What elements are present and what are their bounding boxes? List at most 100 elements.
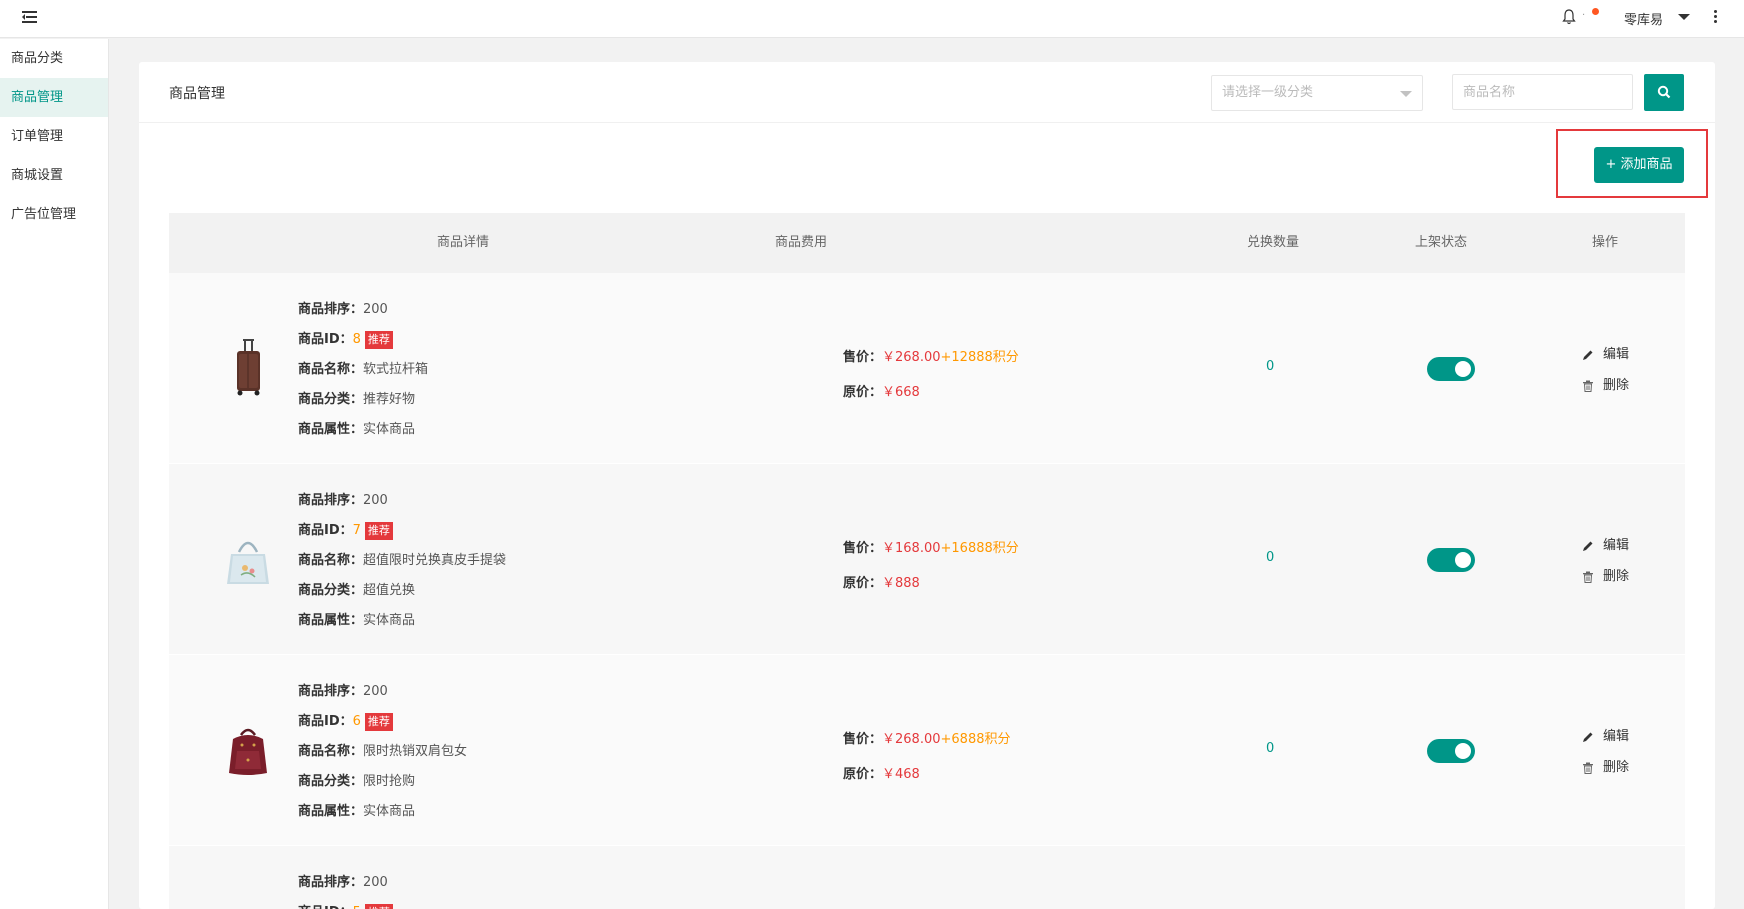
listing-toggle[interactable] — [1427, 357, 1475, 381]
trash-icon — [1583, 380, 1593, 392]
notification-separator: · — [1582, 10, 1586, 21]
column-header-actions: 操作 — [1591, 235, 1618, 250]
search-icon — [1657, 85, 1671, 99]
recommend-badge: 推荐 — [364, 712, 393, 731]
exchange-quantity: 0 — [1266, 359, 1275, 374]
pencil-icon — [1583, 732, 1593, 742]
original-price-value: ￥888 — [882, 576, 920, 591]
original-price-value: ￥668 — [882, 385, 920, 400]
user-name[interactable]: 零库易 — [1624, 9, 1663, 28]
add-product-button[interactable]: + 添加商品 — [1594, 147, 1684, 183]
name-label: 商品名称： — [298, 362, 364, 377]
sidebar-item-product-management[interactable]: 商品管理 — [0, 78, 108, 117]
name-value: 限时热销双肩包女 — [363, 744, 468, 759]
row-actions: 编辑 删除 — [1582, 721, 1629, 783]
sort-value: 200 — [363, 493, 388, 508]
sort-value: 200 — [363, 875, 388, 890]
attr-label: 商品属性： — [298, 613, 364, 628]
delete-button[interactable]: 删除 — [1582, 370, 1629, 401]
sort-label: 商品排序： — [298, 684, 364, 699]
attr-label: 商品属性： — [298, 422, 364, 437]
original-price-label: 原价： — [843, 385, 883, 400]
sale-price-label: 售价： — [843, 350, 883, 365]
sale-price-label: 售价： — [843, 541, 883, 556]
category-select[interactable]: 请选择一级分类 — [1211, 75, 1423, 111]
column-header-status: 上架状态 — [1414, 235, 1467, 250]
notification-dot — [1592, 8, 1599, 15]
bell-icon[interactable] — [1562, 9, 1576, 25]
trash-icon — [1583, 571, 1593, 583]
category-label: 商品分类： — [298, 583, 364, 598]
chevron-down-icon — [1400, 91, 1412, 97]
table-row: 商品排序：200 商品ID：8 推荐 商品名称：软式拉杆箱 商品分类：推荐好物 商… — [169, 273, 1685, 464]
sidebar-item-order-management[interactable]: 订单管理 — [0, 117, 108, 156]
id-value: 6 — [352, 714, 361, 729]
name-label: 商品名称： — [298, 553, 364, 568]
recommend-badge: 推荐 — [364, 521, 393, 540]
sale-price-value: ￥168.00 — [882, 541, 941, 556]
category-value: 限时抢购 — [363, 774, 416, 789]
delete-button[interactable]: 删除 — [1582, 561, 1629, 592]
listing-toggle[interactable] — [1427, 548, 1475, 572]
product-price: 售价：￥168.00+16888积分 原价：￥888 — [843, 531, 1019, 601]
sale-price-value: ￥268.00 — [882, 732, 941, 747]
product-price: 售价：￥268.00+12888积分 原价：￥668 — [843, 340, 1019, 410]
product-price: 售价：￥268.00+6888积分 原价：￥468 — [843, 722, 1011, 792]
product-detail: 商品排序：200 商品ID：8 推荐 商品名称：软式拉杆箱 商品分类：推荐好物 商… — [298, 295, 428, 445]
original-price-label: 原价： — [843, 767, 883, 782]
recommend-badge: 推荐 — [364, 903, 393, 909]
category-label: 商品分类： — [298, 392, 364, 407]
category-select-placeholder: 请选择一级分类 — [1222, 85, 1314, 100]
category-value: 超值兑换 — [363, 583, 416, 598]
sort-label: 商品排序： — [298, 875, 364, 890]
sidebar-item-product-category[interactable]: 商品分类 — [0, 39, 108, 78]
table-row: 商品排序：200 商品ID：7 推荐 商品名称：超值限时兑换真皮手提袋 商品分类：… — [169, 464, 1685, 655]
edit-label: 编辑 — [1603, 538, 1630, 553]
product-detail: 商品排序：200 商品ID：5推荐 — [298, 868, 393, 909]
original-price-value: ￥468 — [882, 767, 920, 782]
pencil-icon — [1583, 350, 1593, 360]
pencil-icon — [1583, 541, 1593, 551]
sidebar-item-mall-settings[interactable]: 商城设置 — [0, 156, 108, 195]
original-price-label: 原价： — [843, 576, 883, 591]
menu-toggle-icon[interactable] — [22, 10, 38, 24]
sort-label: 商品排序： — [298, 493, 364, 508]
edit-label: 编辑 — [1603, 347, 1630, 362]
sort-value: 200 — [363, 684, 388, 699]
edit-button[interactable]: 编辑 — [1582, 721, 1629, 752]
search-button[interactable] — [1644, 74, 1684, 111]
delete-button[interactable]: 删除 — [1582, 752, 1629, 783]
id-label: 商品ID： — [298, 905, 353, 909]
category-label: 商品分类： — [298, 774, 364, 789]
more-vertical-icon[interactable] — [1714, 10, 1718, 26]
sort-value: 200 — [363, 302, 388, 317]
delete-label: 删除 — [1603, 569, 1630, 584]
delete-label: 删除 — [1603, 760, 1630, 775]
points-value: +12888积分 — [940, 350, 1019, 365]
attr-value: 实体商品 — [363, 804, 416, 819]
name-value: 超值限时兑换真皮手提袋 — [363, 553, 507, 568]
chevron-down-icon[interactable] — [1678, 14, 1690, 20]
sidebar-item-ad-management[interactable]: 广告位管理 — [0, 195, 108, 234]
listing-toggle[interactable] — [1427, 739, 1475, 763]
search-input[interactable] — [1452, 74, 1633, 110]
card-header: 商品管理 请选择一级分类 — [139, 62, 1715, 123]
name-label: 商品名称： — [298, 744, 364, 759]
product-image-handbag — [227, 541, 269, 584]
id-label: 商品ID： — [298, 332, 353, 347]
column-header-detail: 商品详情 — [436, 235, 489, 250]
table-row: 商品排序：200 商品ID：5推荐 — [169, 846, 1685, 909]
sidebar: 商品分类 商品管理 订单管理 商城设置 广告位管理 — [0, 39, 109, 909]
id-value: 7 — [352, 523, 361, 538]
edit-button[interactable]: 编辑 — [1582, 339, 1629, 370]
row-actions: 编辑 删除 — [1582, 530, 1629, 592]
attr-value: 实体商品 — [363, 422, 416, 437]
product-detail: 商品排序：200 商品ID：7 推荐 商品名称：超值限时兑换真皮手提袋 商品分类：… — [298, 486, 506, 636]
edit-button[interactable]: 编辑 — [1582, 530, 1629, 561]
category-value: 推荐好物 — [363, 392, 416, 407]
name-value: 软式拉杆箱 — [363, 362, 429, 377]
edit-label: 编辑 — [1603, 729, 1630, 744]
row-actions: 编辑 删除 — [1582, 339, 1629, 401]
attr-label: 商品属性： — [298, 804, 364, 819]
sale-price-label: 售价： — [843, 732, 883, 747]
